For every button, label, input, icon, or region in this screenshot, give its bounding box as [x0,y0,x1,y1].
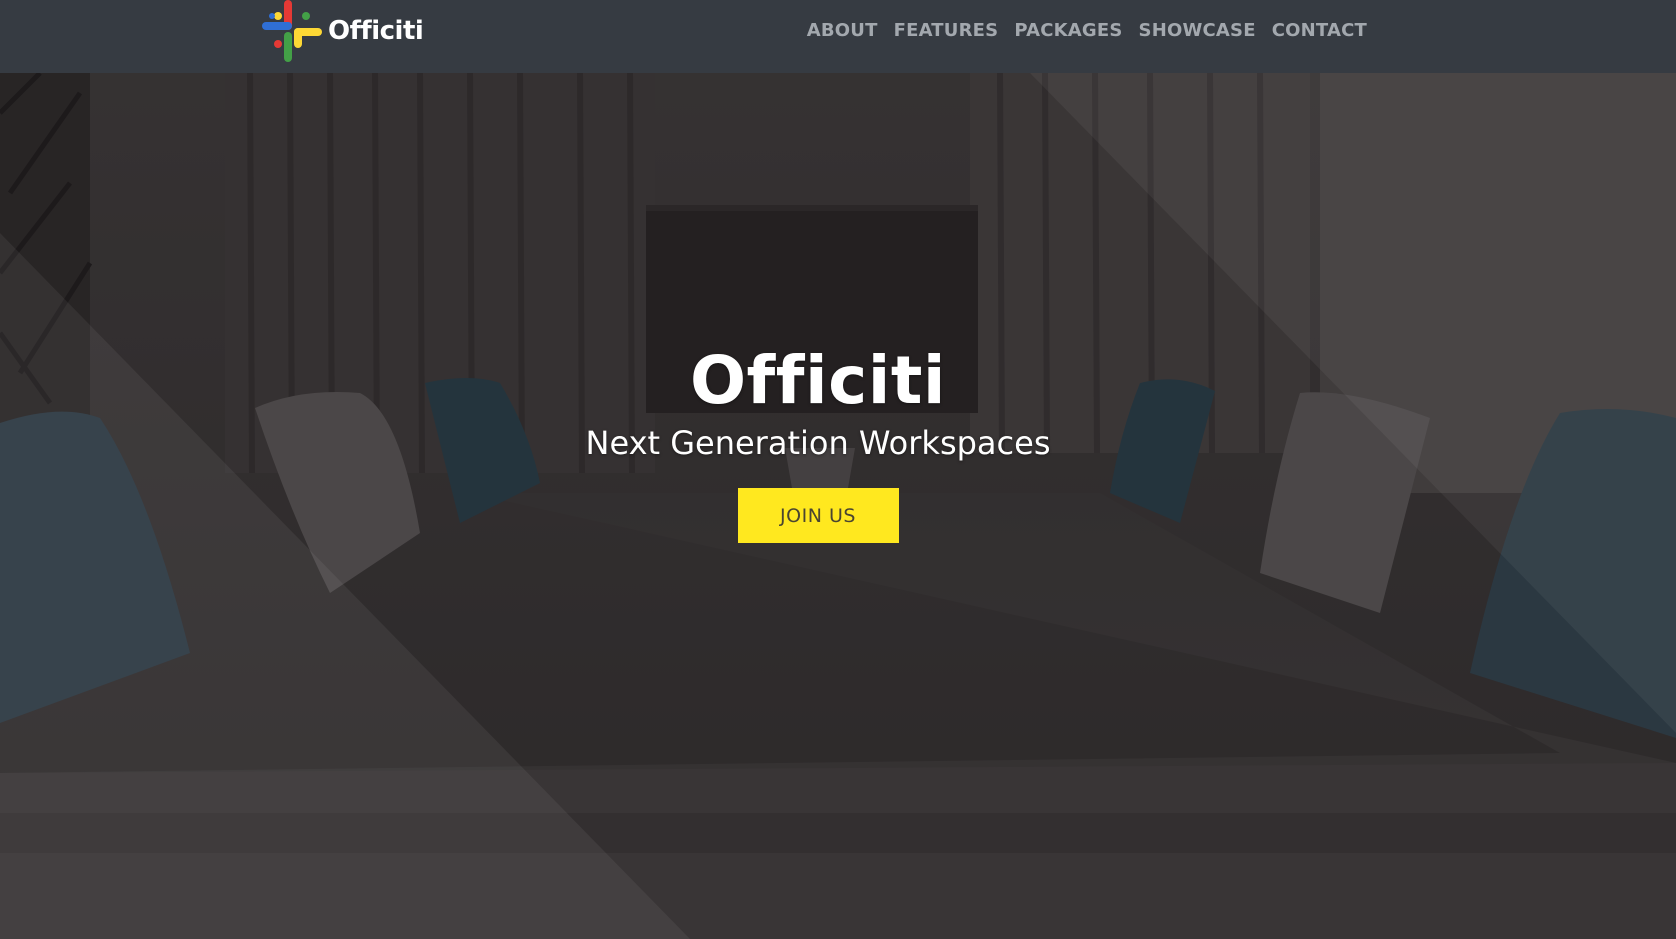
plus-cross-logo-icon [262,0,322,62]
join-us-button[interactable]: JOIN US [737,488,899,543]
nav-link-features[interactable]: FEATURES [894,20,999,41]
nav-link-contact[interactable]: CONTACT [1272,20,1367,41]
nav-link-packages[interactable]: PACKAGES [1014,20,1122,41]
brand-logo[interactable]: Officiti [262,0,424,62]
top-navbar: Officiti ABOUT FEATURES PACKAGES SHOWCAS… [0,0,1676,73]
brand-name: Officiti [328,16,424,46]
hero-subtitle: Next Generation Workspaces [585,424,1051,462]
main-nav: ABOUT FEATURES PACKAGES SHOWCASE CONTACT [807,0,1367,60]
nav-link-showcase[interactable]: SHOWCASE [1139,20,1256,41]
hero-content: Officiti Next Generation Workspaces JOIN… [0,348,1636,543]
hero-section: Officiti Next Generation Workspaces JOIN… [0,73,1676,939]
hero-title: Officiti [689,342,947,419]
nav-link-about[interactable]: ABOUT [807,20,878,41]
